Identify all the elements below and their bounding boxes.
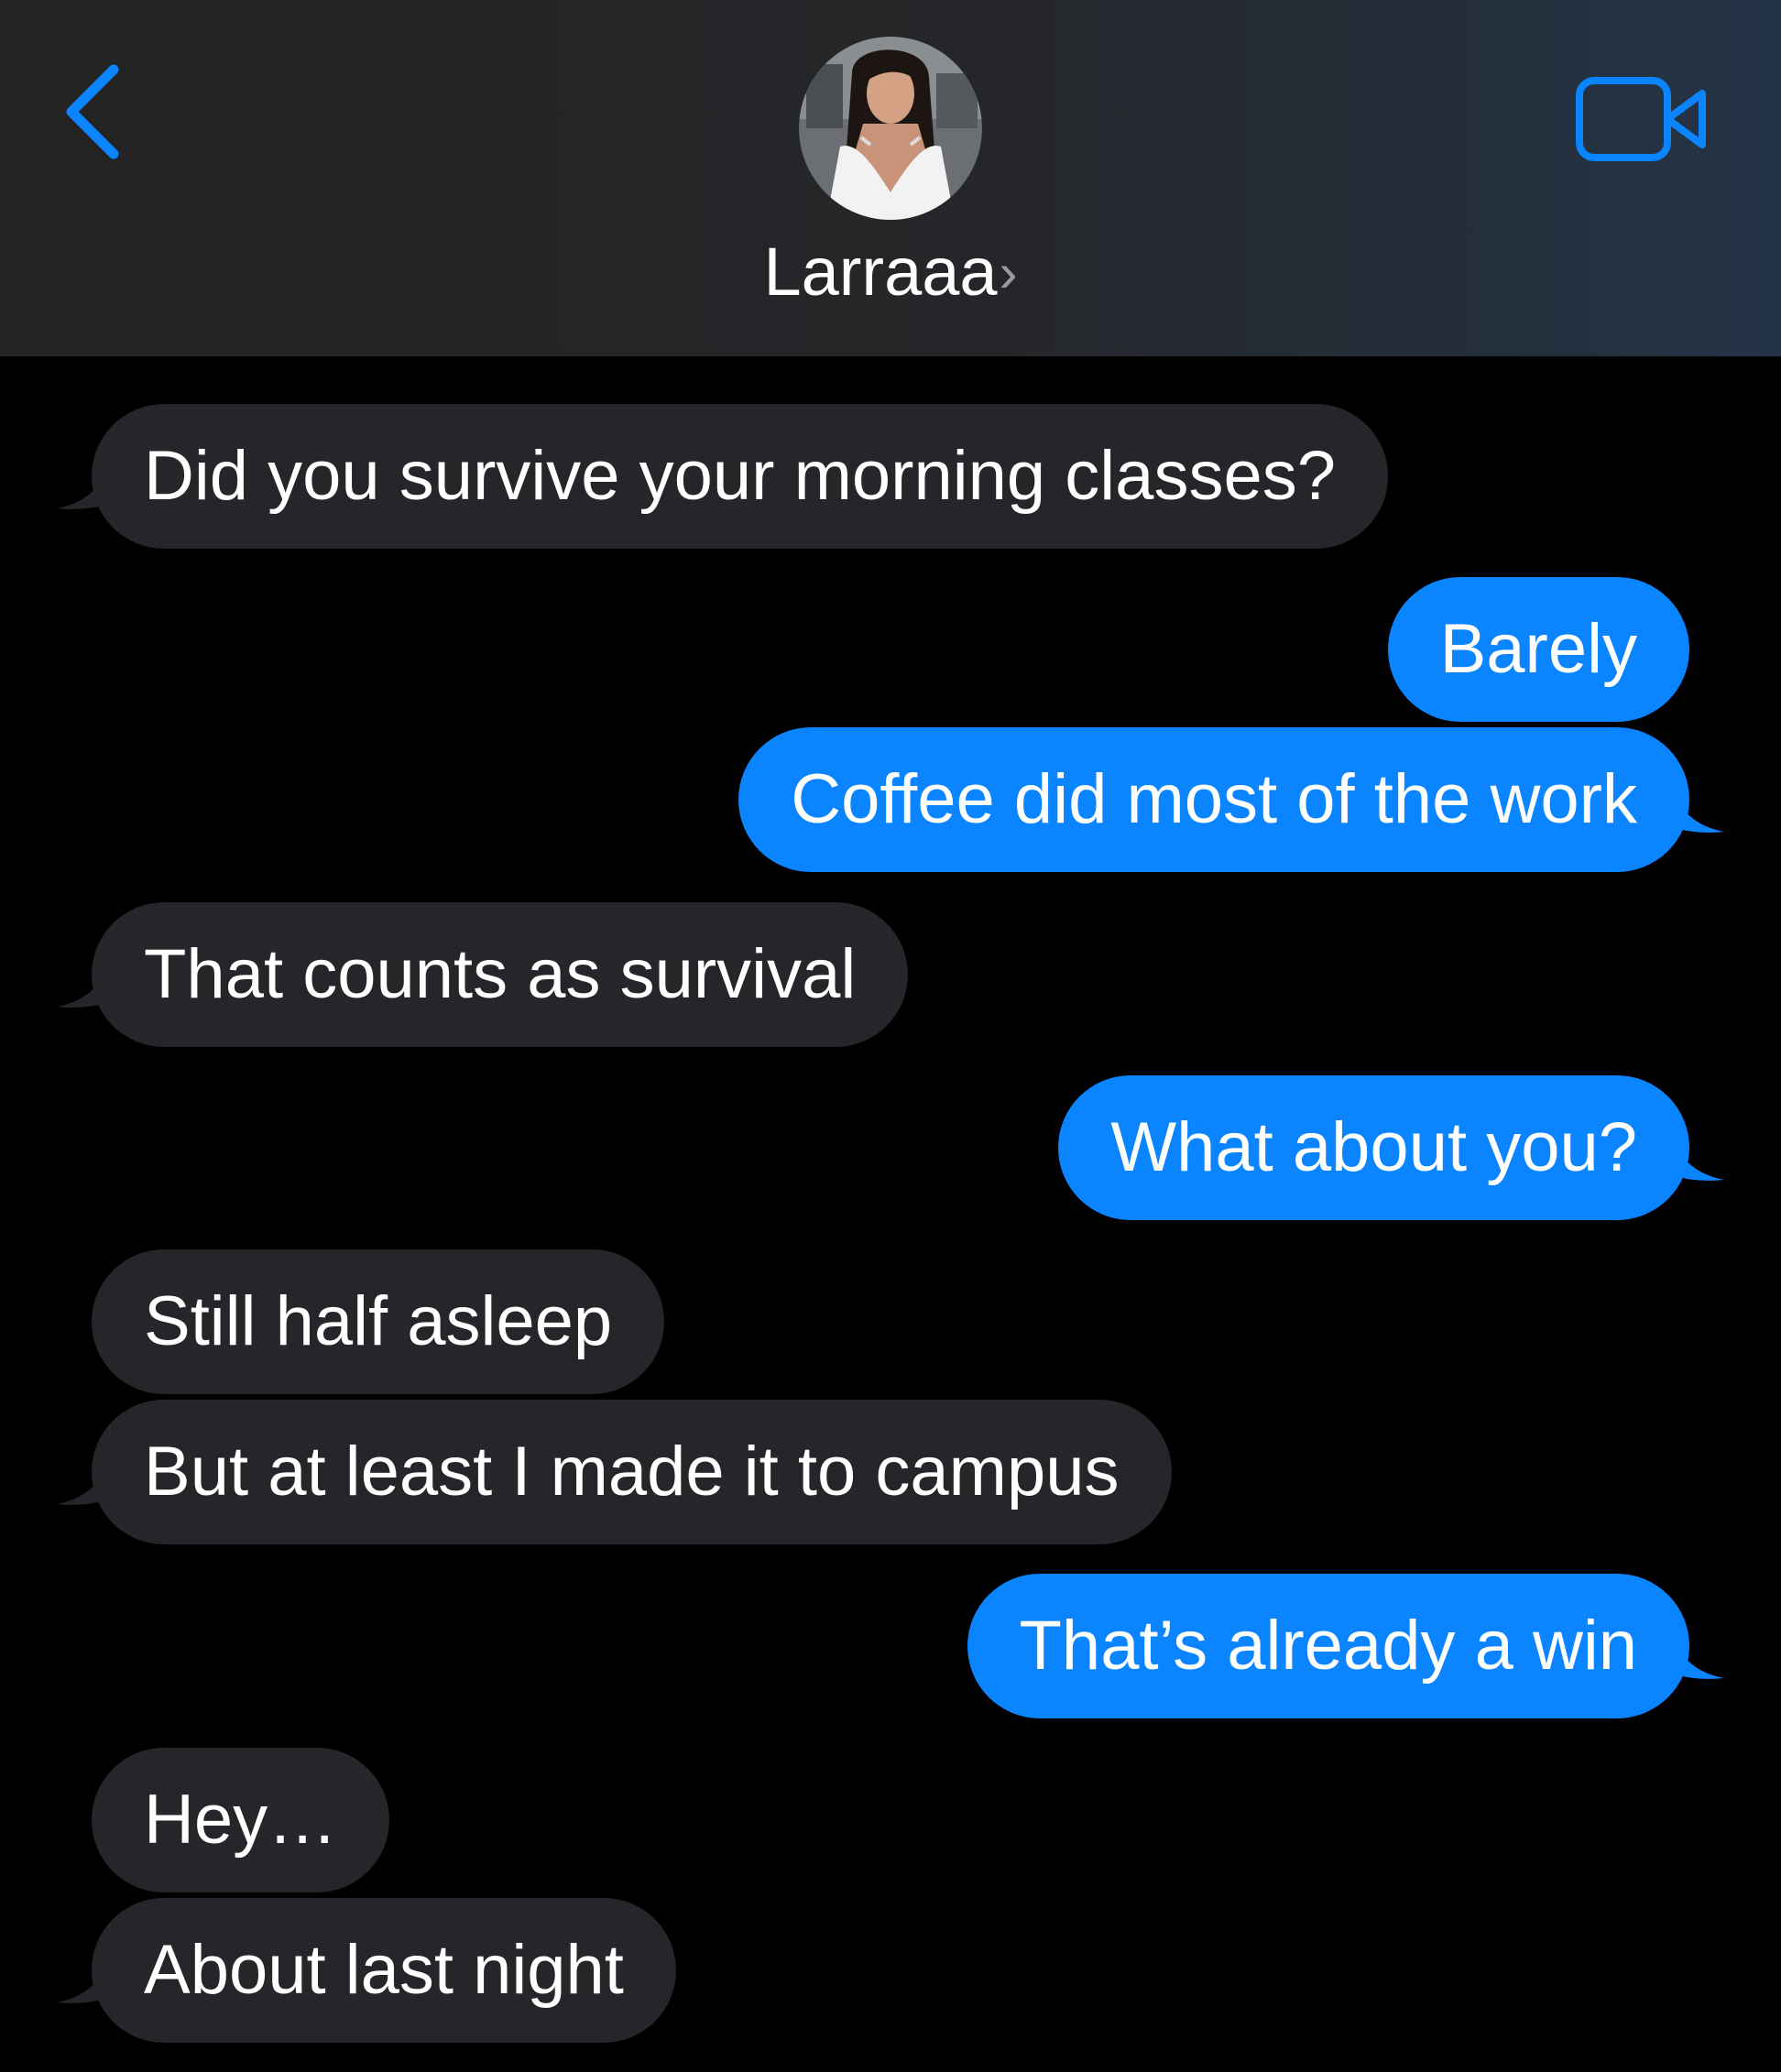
message-text: Still half asleep bbox=[144, 1282, 613, 1360]
conversation-header: Larraaa› bbox=[0, 0, 1781, 356]
chevron-right-icon: › bbox=[999, 242, 1018, 303]
message-bubble-outgoing[interactable]: That’s already a win bbox=[967, 1574, 1689, 1718]
message-bubble-incoming[interactable]: That counts as survival bbox=[92, 902, 909, 1047]
message-text: Hey… bbox=[144, 1781, 338, 1859]
message-text: About last night bbox=[144, 1931, 624, 2009]
back-button[interactable] bbox=[57, 57, 130, 167]
message-text: Coffee did most of the work bbox=[791, 760, 1637, 838]
message-text: Barely bbox=[1439, 610, 1637, 688]
contact-name[interactable]: Larraaa› bbox=[0, 231, 1781, 314]
message-bubble-outgoing[interactable]: What about you? bbox=[1058, 1075, 1689, 1220]
message-thread: Did you survive your morning classes? Ba… bbox=[0, 356, 1781, 2072]
message-bubble-outgoing[interactable]: Coffee did most of the work bbox=[738, 727, 1689, 872]
message-bubble-outgoing[interactable]: Barely bbox=[1387, 577, 1689, 722]
avatar-photo bbox=[799, 37, 982, 220]
contact-avatar[interactable] bbox=[799, 37, 982, 220]
message-text: That’s already a win bbox=[1019, 1607, 1638, 1685]
message-text: What about you? bbox=[1110, 1108, 1637, 1186]
chevron-left-icon bbox=[66, 64, 119, 159]
message-bubble-incoming[interactable]: But at least I made it to campus bbox=[92, 1400, 1172, 1544]
contact-name-text: Larraaa bbox=[763, 234, 998, 310]
message-bubble-incoming[interactable]: About last night bbox=[92, 1898, 676, 2043]
video-call-button[interactable] bbox=[1574, 73, 1711, 165]
message-text: But at least I made it to campus bbox=[144, 1433, 1120, 1510]
video-camera-icon bbox=[1576, 77, 1706, 161]
message-bubble-incoming[interactable]: Hey… bbox=[92, 1748, 390, 1892]
message-bubble-incoming[interactable]: Still half asleep bbox=[92, 1249, 665, 1394]
message-text: Did you survive your morning classes? bbox=[144, 437, 1336, 515]
message-bubble-incoming[interactable]: Did you survive your morning classes? bbox=[92, 404, 1388, 549]
message-text: That counts as survival bbox=[144, 935, 857, 1013]
